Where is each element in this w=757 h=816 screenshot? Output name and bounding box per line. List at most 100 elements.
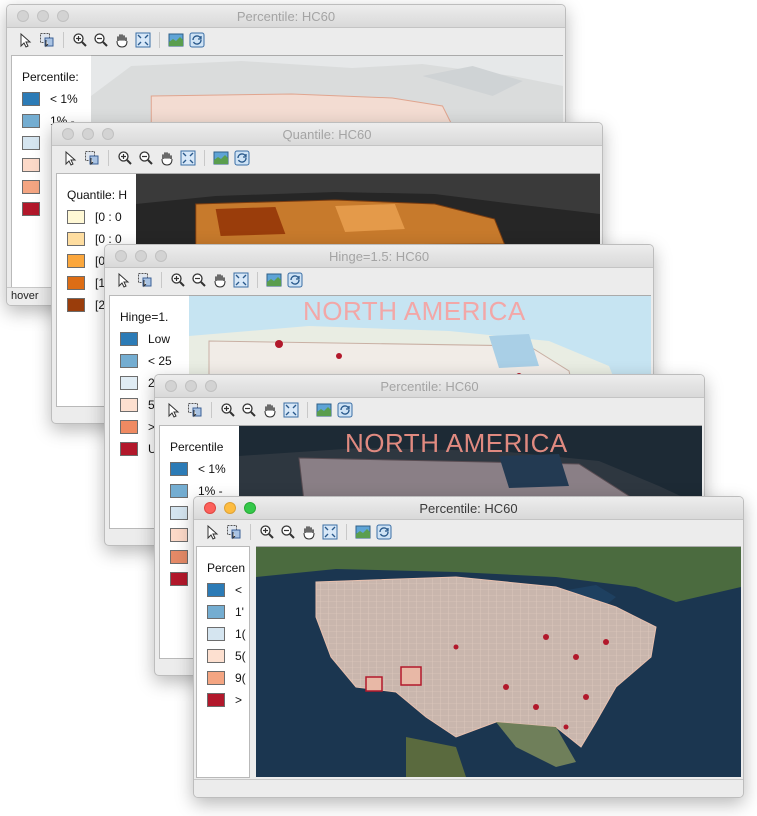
status-bar — [194, 779, 743, 797]
legend-item[interactable]: < 25 — [120, 354, 172, 368]
basemap-icon[interactable] — [265, 271, 283, 289]
fit-extent-icon[interactable] — [179, 149, 197, 167]
select-arrow-icon[interactable] — [115, 271, 133, 289]
refresh-icon[interactable] — [336, 401, 354, 419]
legend-swatch — [22, 136, 40, 150]
map-toolbar — [194, 520, 743, 544]
legend-item[interactable]: 1( — [207, 627, 246, 641]
zoom-out-icon[interactable] — [92, 31, 110, 49]
zoom-in-icon[interactable] — [219, 401, 237, 419]
fit-extent-icon[interactable] — [134, 31, 152, 49]
refresh-icon[interactable] — [233, 149, 251, 167]
legend-swatch — [207, 583, 225, 597]
zoom-out-icon[interactable] — [240, 401, 258, 419]
title-bar[interactable]: Percentile: HC60 — [155, 375, 704, 398]
title-bar[interactable]: Percentile: HC60 — [194, 497, 743, 520]
legend-item[interactable]: 1' — [207, 605, 244, 619]
zoom-out-icon[interactable] — [279, 523, 297, 541]
legend-item[interactable] — [22, 158, 40, 172]
window-percentile-active[interactable]: Percentile: HC60 Percen < 1' 1( 5( 9( > — [193, 496, 744, 798]
legend-title: Hinge=1. — [120, 310, 169, 324]
select-region-icon[interactable] — [83, 149, 101, 167]
legend-item[interactable]: [2 — [67, 298, 105, 312]
select-arrow-icon[interactable] — [62, 149, 80, 167]
legend-item[interactable] — [22, 180, 40, 194]
pan-hand-icon[interactable] — [211, 271, 229, 289]
legend-swatch — [67, 210, 85, 224]
select-arrow-icon[interactable] — [17, 31, 35, 49]
toolbar-separator — [211, 402, 212, 418]
pan-hand-icon[interactable] — [261, 401, 279, 419]
refresh-icon[interactable] — [188, 31, 206, 49]
legend-label: [0 : 0 — [95, 210, 122, 224]
legend-swatch — [22, 114, 40, 128]
zoom-in-icon[interactable] — [169, 271, 187, 289]
legend-item[interactable]: [1 — [67, 276, 105, 290]
legend-item[interactable]: < 1% — [170, 462, 226, 476]
legend-title: Quantile: H — [67, 188, 128, 202]
legend-swatch — [120, 420, 138, 434]
legend-item[interactable]: 5( — [207, 649, 246, 663]
legend-panel[interactable]: Percen < 1' 1( 5( 9( > — [196, 546, 250, 778]
toolbar-separator — [307, 402, 308, 418]
window-title: Percentile: HC60 — [236, 9, 336, 24]
window-title: Hinge=1.5: HC60 — [328, 249, 430, 264]
legend-item[interactable] — [22, 202, 40, 216]
legend-swatch — [207, 605, 225, 619]
select-arrow-icon[interactable] — [165, 401, 183, 419]
legend-title: Percen — [207, 561, 246, 575]
title-bar[interactable]: Percentile: HC60 — [7, 5, 565, 28]
legend-item[interactable]: 9( — [207, 671, 246, 685]
fit-extent-icon[interactable] — [232, 271, 250, 289]
select-region-icon[interactable] — [186, 401, 204, 419]
pan-hand-icon[interactable] — [113, 31, 131, 49]
map-canvas[interactable] — [256, 546, 741, 777]
basemap-icon[interactable] — [315, 401, 333, 419]
select-region-icon[interactable] — [136, 271, 154, 289]
title-bar[interactable]: Hinge=1.5: HC60 — [105, 245, 653, 268]
legend-swatch — [120, 354, 138, 368]
zoom-out-icon[interactable] — [190, 271, 208, 289]
legend-item[interactable] — [170, 572, 188, 586]
legend-item[interactable] — [22, 136, 40, 150]
legend-item[interactable] — [170, 506, 188, 520]
legend-item[interactable]: > — [120, 420, 155, 434]
zoom-in-icon[interactable] — [258, 523, 276, 541]
legend-item[interactable]: < — [207, 583, 242, 597]
legend-item[interactable]: [0 — [67, 254, 105, 268]
toolbar-separator — [204, 150, 205, 166]
toolbar-separator — [108, 150, 109, 166]
zoom-in-icon[interactable] — [116, 149, 134, 167]
legend-item[interactable] — [170, 550, 188, 564]
window-title: Quantile: HC60 — [282, 127, 372, 142]
fit-extent-icon[interactable] — [321, 523, 339, 541]
toolbar-separator — [250, 524, 251, 540]
refresh-icon[interactable] — [286, 271, 304, 289]
legend-item[interactable]: > — [207, 693, 242, 707]
legend-item[interactable] — [170, 528, 188, 542]
basemap-icon[interactable] — [167, 31, 185, 49]
legend-item[interactable]: 5 — [120, 398, 155, 412]
pan-hand-icon[interactable] — [300, 523, 318, 541]
refresh-icon[interactable] — [375, 523, 393, 541]
basemap-icon[interactable] — [354, 523, 372, 541]
legend-label: < 1% — [198, 462, 226, 476]
legend-swatch — [207, 671, 225, 685]
map-toolbar — [155, 398, 704, 422]
legend-label: < — [235, 583, 243, 597]
legend-item[interactable]: Low — [120, 332, 170, 346]
title-bar[interactable]: Quantile: HC60 — [52, 123, 602, 146]
legend-swatch — [120, 376, 138, 390]
fit-extent-icon[interactable] — [282, 401, 300, 419]
select-arrow-icon[interactable] — [204, 523, 222, 541]
select-region-icon[interactable] — [225, 523, 243, 541]
legend-item[interactable]: U — [120, 442, 157, 456]
legend-item[interactable]: [0 : 0 — [67, 210, 122, 224]
select-region-icon[interactable] — [38, 31, 56, 49]
legend-item[interactable]: < 1% — [22, 92, 78, 106]
pan-hand-icon[interactable] — [158, 149, 176, 167]
legend-swatch — [207, 649, 225, 663]
basemap-icon[interactable] — [212, 149, 230, 167]
zoom-in-icon[interactable] — [71, 31, 89, 49]
zoom-out-icon[interactable] — [137, 149, 155, 167]
